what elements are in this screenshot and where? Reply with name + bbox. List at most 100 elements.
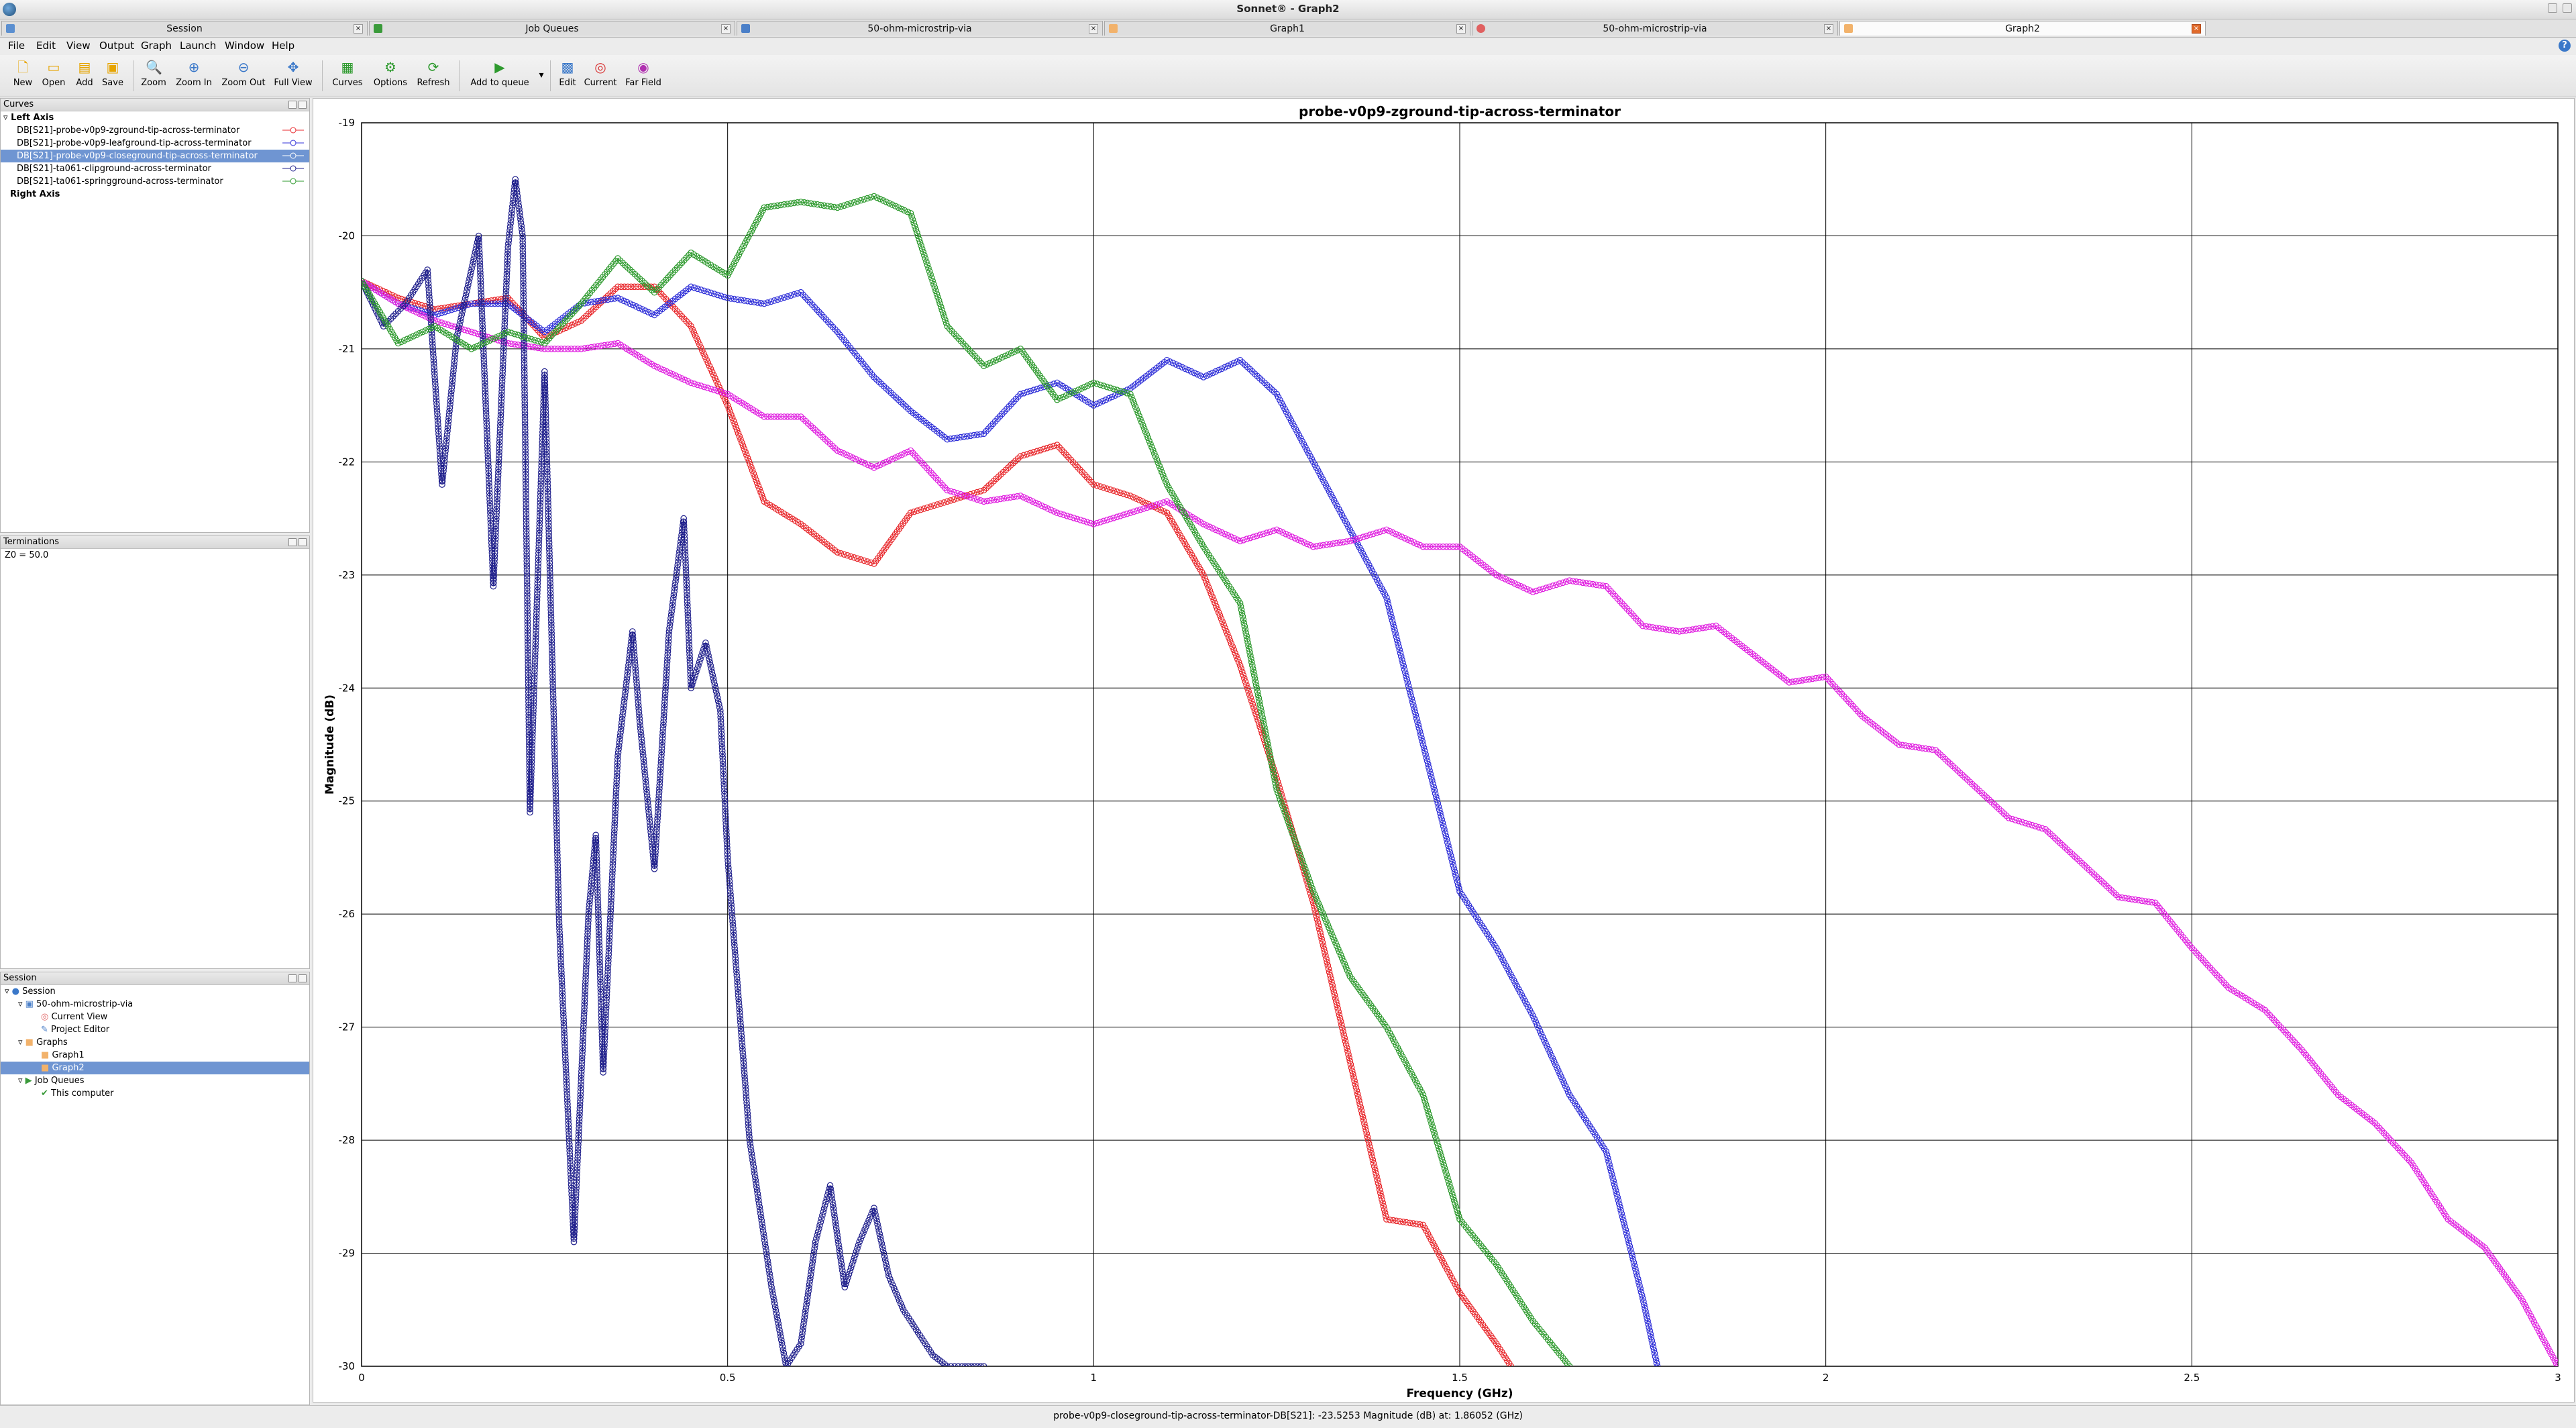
edit-icon: ▩: [561, 59, 574, 75]
toolbar-separator: [550, 60, 551, 91]
graph-panel[interactable]: probe-v0p9-zground-tip-across-terminator…: [313, 98, 2575, 1402]
tree-item-session[interactable]: ▿ ● Session: [1, 985, 309, 998]
menu-bar: File Edit View Output Graph Launch Windo…: [0, 38, 2576, 54]
toolbar-label: Refresh: [417, 78, 450, 88]
menu-output[interactable]: Output: [99, 40, 134, 52]
zoom-out-button[interactable]: ⊖ Zoom Out: [220, 59, 267, 88]
tree-item-graph1[interactable]: ■ Graph1: [1, 1049, 309, 1062]
chart-title: probe-v0p9-zground-tip-across-terminator: [1299, 103, 1621, 119]
current-view-icon: ◎: [41, 1012, 49, 1022]
curve-label: DB[S21]-ta061-clipground-across-terminat…: [17, 164, 211, 174]
graph-icon: [1844, 24, 1853, 33]
menu-help[interactable]: Help: [272, 40, 294, 52]
tree-item-job-queues[interactable]: ▿ ▶ Job Queues: [1, 1074, 309, 1087]
tab-graph1[interactable]: Graph1 ×: [1104, 21, 1470, 36]
curves-button[interactable]: ▦ Curves: [329, 59, 366, 88]
curve-item[interactable]: DB[S21]-probe-v0p9-zground-tip-across-te…: [1, 124, 309, 137]
curve-marker-icon: [282, 178, 304, 185]
full-view-button[interactable]: ✥ Full View: [271, 59, 315, 88]
tab-job-queues[interactable]: Job Queues ×: [369, 21, 735, 36]
chevron-down-icon: ▿: [3, 113, 8, 123]
new-button[interactable]: 🗋 New: [9, 59, 36, 88]
menu-file[interactable]: File: [8, 40, 25, 52]
zoom-button[interactable]: 🔍 Zoom: [138, 59, 169, 88]
help-icon[interactable]: ?: [2559, 40, 2571, 52]
save-button[interactable]: ▣ Save: [99, 59, 126, 88]
project-icon: ▣: [25, 999, 34, 1009]
tree-item-current-view[interactable]: ◎ Current View: [1, 1011, 309, 1023]
minimize-icon[interactable]: [2548, 3, 2557, 13]
x-tick-label: 2.5: [2184, 1372, 2200, 1384]
close-icon[interactable]: ×: [1824, 24, 1833, 34]
close-icon[interactable]: [299, 101, 307, 109]
current-button[interactable]: ◎ Current: [580, 59, 621, 88]
tab-label: Graph2: [2005, 23, 2040, 34]
curve-label: DB[S21]-probe-v0p9-closeground-tip-acros…: [17, 151, 258, 161]
tree-item-project-editor[interactable]: ✎ Project Editor: [1, 1023, 309, 1036]
menu-edit[interactable]: Edit: [36, 40, 56, 52]
tab-session[interactable]: Session ×: [1, 21, 368, 36]
x-tick-label: 0: [358, 1372, 365, 1384]
curve-label: DB[S21]-probe-v0p9-leafground-tip-across…: [17, 138, 252, 148]
add-button[interactable]: ▤ Add: [71, 59, 98, 88]
toolbar-label: New: [13, 78, 33, 88]
curve-item[interactable]: DB[S21]-probe-v0p9-leafground-tip-across…: [1, 137, 309, 150]
close-icon[interactable]: [299, 538, 307, 546]
left-axis-node[interactable]: ▿ Left Axis: [1, 111, 309, 124]
edit-button[interactable]: ▩ Edit: [554, 59, 581, 88]
panel-title: Curves: [3, 99, 34, 109]
toolbar-label: Zoom Out: [221, 78, 266, 88]
toolbar-label: Far Field: [625, 78, 661, 88]
panel-title: Terminations: [3, 537, 60, 547]
tab-graph2[interactable]: Graph2 ×: [1839, 21, 2206, 36]
menu-graph[interactable]: Graph: [141, 40, 172, 52]
tree-item-graph2[interactable]: ■ Graph2: [1, 1062, 309, 1074]
refresh-button[interactable]: ⟳ Refresh: [413, 59, 453, 88]
tree-item-this-computer[interactable]: ✔ This computer: [1, 1087, 309, 1100]
curve-item[interactable]: DB[S21]-ta061-springground-across-termin…: [1, 175, 309, 188]
close-icon[interactable]: ×: [1089, 24, 1098, 34]
close-icon[interactable]: ×: [2192, 24, 2201, 34]
toolbar-label: Add: [76, 78, 93, 88]
curve-marker-icon: [282, 152, 304, 159]
terminations-panel: Terminations Z0 = 50.0: [0, 536, 310, 969]
close-icon[interactable]: ×: [354, 24, 363, 34]
add-to-queue-dropdown[interactable]: ▾: [535, 70, 547, 81]
window-title-bar: Sonnet® - Graph2: [0, 0, 2576, 19]
full-view-icon: ✥: [287, 59, 299, 75]
close-icon[interactable]: ×: [1456, 24, 1466, 34]
job-queue-icon: ▶: [25, 1076, 32, 1086]
termination-value: Z0 = 50.0: [5, 550, 49, 560]
tree-item-project[interactable]: ▿ ▣ 50-ohm-microstrip-via: [1, 998, 309, 1011]
maximize-icon[interactable]: [2563, 3, 2572, 13]
far-field-icon: ◉: [637, 59, 649, 75]
graphs-folder-icon: ■: [25, 1037, 34, 1048]
chevron-down-icon: ▿: [18, 999, 23, 1009]
menu-launch[interactable]: Launch: [180, 40, 216, 52]
open-folder-icon: ▭: [47, 59, 60, 75]
close-icon[interactable]: ×: [721, 24, 731, 34]
job-queue-icon: [374, 24, 382, 33]
add-to-queue-button[interactable]: ▶ Add to queue: [464, 59, 535, 88]
y-tick-label: -30: [339, 1360, 356, 1372]
tree-item-graphs[interactable]: ▿ ■ Graphs: [1, 1036, 309, 1049]
undock-icon[interactable]: [288, 974, 297, 982]
menu-view[interactable]: View: [66, 40, 91, 52]
curve-item[interactable]: DB[S21]-ta061-clipground-across-terminat…: [1, 162, 309, 175]
options-button[interactable]: ⚙ Options: [370, 59, 411, 88]
curve-item[interactable]: DB[S21]-probe-v0p9-closeground-tip-acros…: [1, 150, 309, 162]
far-field-button[interactable]: ◉ Far Field: [621, 59, 665, 88]
tab-project[interactable]: 50-ohm-microstrip-via ×: [737, 21, 1103, 36]
undock-icon[interactable]: [288, 538, 297, 546]
s21-magnitude-chart[interactable]: probe-v0p9-zground-tip-across-terminator…: [313, 99, 2574, 1402]
open-button[interactable]: ▭ Open: [39, 59, 68, 88]
menu-window[interactable]: Window: [225, 40, 264, 52]
zoom-in-button[interactable]: ⊕ Zoom In: [173, 59, 215, 88]
undock-icon[interactable]: [288, 101, 297, 109]
toolbar-label: Options: [373, 78, 408, 88]
tab-current-view[interactable]: 50-ohm-microstrip-via ×: [1472, 21, 1838, 36]
terminations-panel-header: Terminations: [1, 536, 309, 549]
close-icon[interactable]: [299, 974, 307, 982]
right-axis-node[interactable]: Right Axis: [1, 188, 309, 201]
toolbar-label: Current: [584, 78, 617, 88]
